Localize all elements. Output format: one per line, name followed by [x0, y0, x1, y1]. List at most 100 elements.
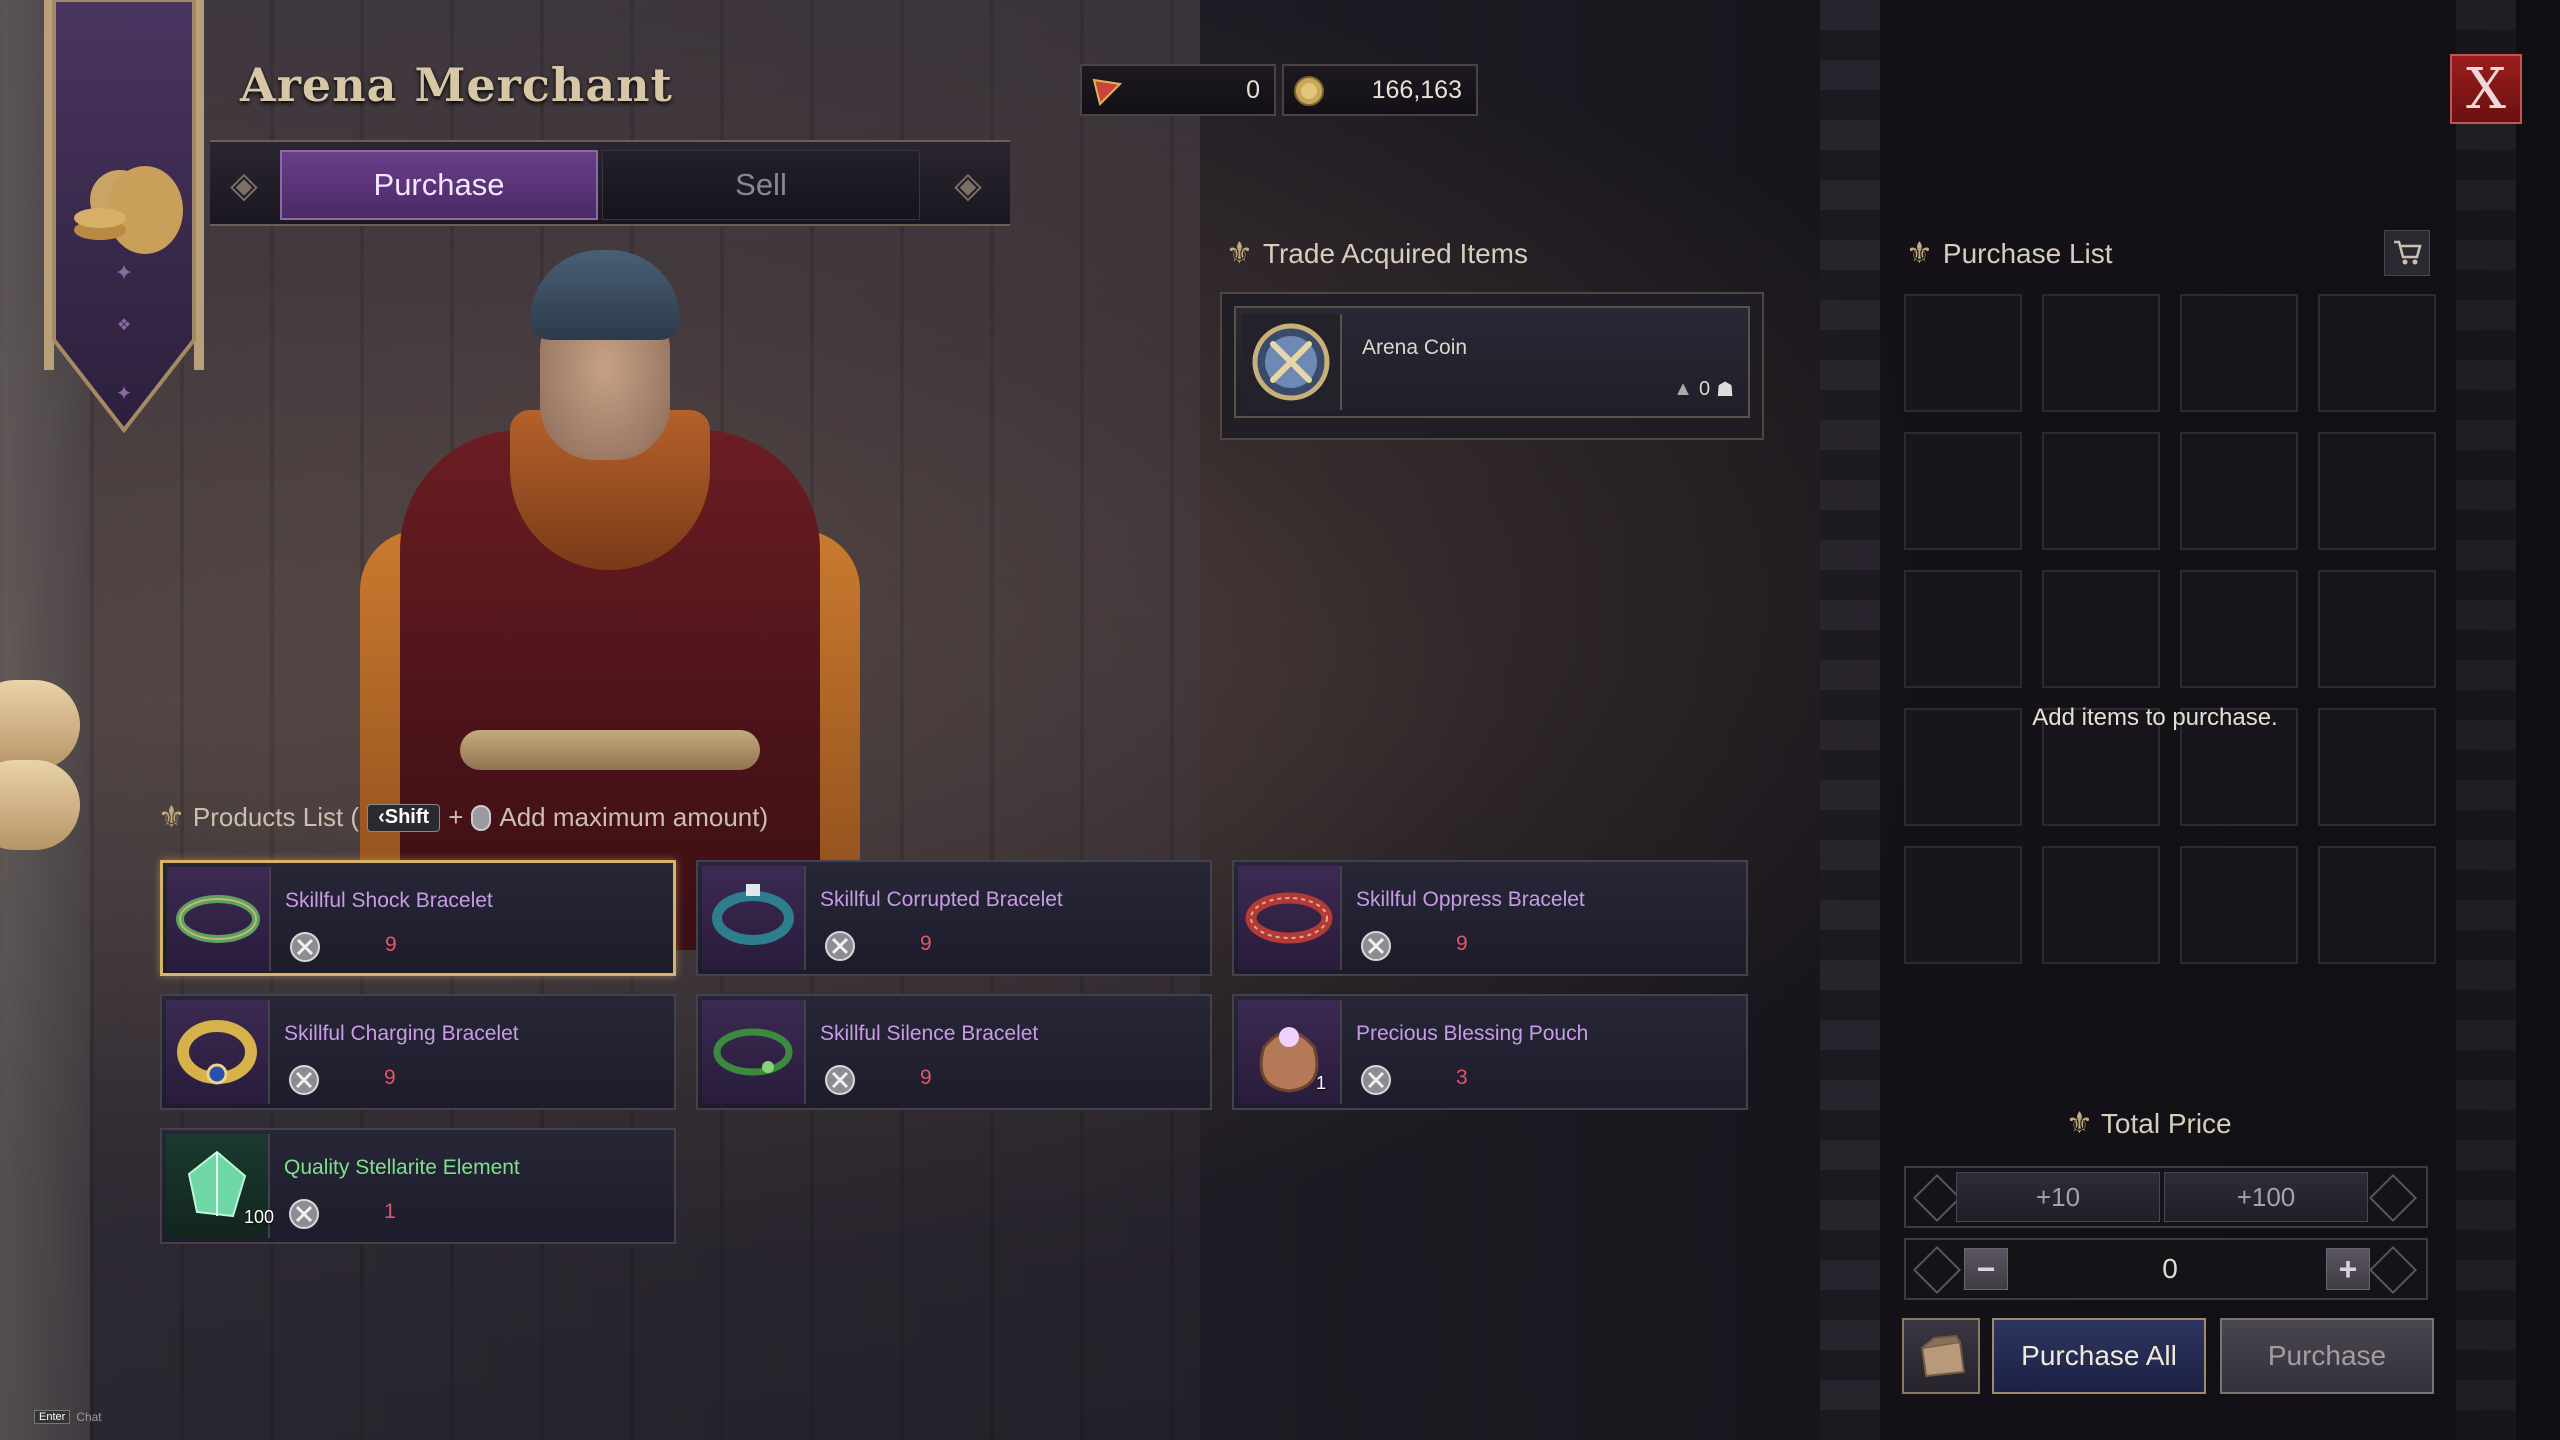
product-name: Precious Blessing Pouch [1356, 1022, 1589, 1045]
tab-prev-arrow-icon[interactable]: ◈ [216, 158, 272, 212]
mouse-right-click-icon [471, 804, 492, 831]
plus-10-button[interactable]: +10 [1956, 1172, 2160, 1222]
fleur-icon: ⚜ [1226, 237, 1253, 270]
shift-key-label: Shift [384, 806, 430, 828]
tab-next-arrow-icon[interactable]: ◈ [940, 158, 996, 212]
purchase-slot[interactable] [2180, 294, 2298, 412]
red-bracelet-icon [1238, 866, 1342, 970]
diamond-ornament-icon [2368, 1245, 2418, 1295]
quantity-stepper: − 0 + [1904, 1238, 2428, 1300]
tab-bar: ◈ Purchase Sell ◈ [210, 140, 1010, 226]
shift-key-arrow-icon: ‹ [378, 806, 385, 828]
bag-icon [1920, 1334, 1966, 1378]
products-header: ⚜ Products List ( ‹ Shift + Add maximum … [158, 800, 768, 835]
green-bracelet-icon [167, 867, 271, 971]
product-price: 9 [920, 932, 932, 955]
purchase-slot[interactable] [2042, 432, 2160, 550]
purchase-slot[interactable] [2180, 570, 2298, 688]
character-belt [460, 730, 760, 770]
trade-item-count: ▲ 0 ☗ [1673, 377, 1734, 402]
cart-button[interactable] [2384, 230, 2430, 276]
product-price: 9 [385, 933, 397, 956]
product-item[interactable]: Skillful Silence Bracelet 9 [696, 994, 1212, 1110]
product-quantity: 100 [244, 1207, 275, 1227]
trade-item-name: Arena Coin [1362, 336, 1468, 359]
svg-text:✦: ✦ [115, 260, 133, 285]
purchase-slot[interactable] [2180, 846, 2298, 964]
plus-100-button[interactable]: +100 [2164, 1172, 2368, 1222]
purchase-list-header-label: Purchase List [1942, 237, 2113, 269]
plus-label: + [448, 802, 464, 832]
arena-coin-icon [1242, 314, 1342, 410]
purchase-slot[interactable] [1904, 432, 2022, 550]
trade-item[interactable]: Arena Coin ▲ 0 ☗ [1234, 306, 1750, 418]
purchase-slot[interactable] [2042, 294, 2160, 412]
purchase-slot[interactable] [1904, 570, 2022, 688]
trade-header-label: Trade Acquired Items [1262, 237, 1528, 269]
chain-decoration [2456, 0, 2516, 1440]
shift-key: ‹ Shift [367, 803, 441, 832]
trade-header: ⚜ Trade Acquired Items [1226, 236, 1528, 271]
product-quantity: 1 [1316, 1073, 1327, 1093]
quick-add-row: +10 +100 [1904, 1166, 2428, 1228]
fleur-icon: ⚜ [2066, 1107, 2093, 1140]
purchase-slot[interactable] [2318, 294, 2436, 412]
gold-bracelet-icon [166, 1000, 270, 1104]
diamond-ornament-icon [1912, 1245, 1962, 1295]
svg-text:❖: ❖ [117, 317, 131, 334]
product-item[interactable]: Skillful Shock Bracelet 9 [160, 860, 676, 976]
purchase-button[interactable]: Purchase [2220, 1318, 2434, 1394]
chat-hint: Enter Chat [34, 1410, 102, 1424]
arena-coin-icon [1360, 930, 1392, 962]
product-name: Skillful Shock Bracelet [285, 889, 493, 912]
product-item[interactable]: 100 Quality Stellarite Element 1 [160, 1128, 676, 1244]
tab-purchase[interactable]: Purchase [280, 150, 598, 220]
pouch-icon: 1 [1238, 1000, 1342, 1104]
teal-bracelet-icon [702, 866, 806, 970]
products-header-label: Products List ( [192, 802, 360, 832]
arena-coin-icon [288, 1198, 320, 1230]
product-name: Skillful Silence Bracelet [820, 1022, 1039, 1045]
purchase-all-button[interactable]: Purchase All [1992, 1318, 2206, 1394]
cart-icon [2394, 240, 2422, 265]
tab-sell[interactable]: Sell [602, 150, 920, 220]
silver-currency: 166,163 [1282, 64, 1478, 116]
quantity-value[interactable]: 0 [2010, 1246, 2330, 1292]
close-icon: X [2466, 56, 2506, 122]
stack-icon: ▲ [1673, 378, 1693, 400]
total-price-label: Total Price [2100, 1107, 2232, 1139]
purchase-slot[interactable] [2042, 846, 2160, 964]
total-price-header: ⚜ Total Price [2066, 1106, 2232, 1141]
empty-purchase-message: Add items to purchase. [2032, 704, 2278, 731]
enter-key: Enter [34, 1410, 71, 1424]
arena-currency-value: 0 [1246, 75, 1260, 104]
purchase-slot[interactable] [2318, 432, 2436, 550]
decrease-button[interactable]: − [1964, 1248, 2008, 1290]
purchase-slot[interactable] [1904, 846, 2022, 964]
product-item[interactable]: Skillful Charging Bracelet 9 [160, 994, 676, 1110]
purchase-list-header: ⚜ Purchase List [1906, 236, 2113, 271]
increase-button[interactable]: + [2326, 1248, 2370, 1290]
arena-coin-icon [1360, 1064, 1392, 1096]
product-price: 9 [920, 1066, 932, 1089]
arena-currency: 0 [1080, 64, 1276, 116]
purchase-slot[interactable] [1904, 294, 2022, 412]
product-item[interactable]: Skillful Oppress Bracelet 9 [1232, 860, 1748, 976]
trade-acquired-panel: Arena Coin ▲ 0 ☗ [1220, 292, 1764, 440]
purchase-slot[interactable] [2042, 570, 2160, 688]
purchase-slot[interactable] [2318, 570, 2436, 688]
arena-coin-icon [288, 1064, 320, 1096]
purchase-slot[interactable] [2318, 846, 2436, 964]
fleur-icon: ⚜ [1906, 237, 1933, 270]
purchase-slot[interactable] [2180, 432, 2298, 550]
crystal-icon: 100 [166, 1134, 274, 1238]
product-item[interactable]: 1 Precious Blessing Pouch 3 [1232, 994, 1748, 1110]
product-price: 1 [384, 1200, 396, 1223]
green-ring-bracelet-icon [702, 1000, 806, 1104]
window-title: Arena Merchant [240, 58, 673, 112]
close-button[interactable]: X [2450, 54, 2522, 124]
merchant-banner: ✦ ❖ ✦ [40, 0, 208, 440]
product-item[interactable]: Skillful Corrupted Bracelet 9 [696, 860, 1212, 976]
inventory-bag-button[interactable] [1902, 1318, 1980, 1394]
arena-coin-icon [289, 931, 321, 963]
